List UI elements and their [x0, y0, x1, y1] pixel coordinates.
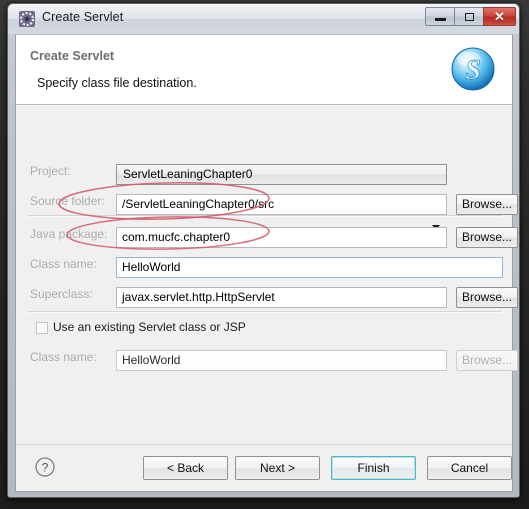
- source-folder-input[interactable]: /ServletLeaningChapter0/src: [116, 194, 447, 215]
- window-title: Create Servlet: [42, 10, 124, 24]
- cancel-button[interactable]: Cancel: [427, 456, 512, 480]
- use-existing-label: Use an existing Servlet class or JSP: [53, 320, 246, 334]
- project-label: Project:: [30, 164, 71, 178]
- field-row-java-package: Java package: com.mucfc.chapter0 Browse.…: [16, 224, 518, 248]
- superclass-label: Superclass:: [30, 287, 93, 301]
- desktop-background: Create Servlet ✕ Create Servlet Specify …: [0, 0, 529, 509]
- java-package-input[interactable]: com.mucfc.chapter0: [116, 227, 447, 248]
- class-name-label: Class name:: [30, 257, 97, 271]
- next-button[interactable]: Next >: [235, 456, 320, 480]
- banner-description: Specify class file destination.: [37, 76, 197, 90]
- field-row-class-name: Class name: HelloWorld: [16, 254, 512, 278]
- use-existing-checkbox[interactable]: [36, 322, 48, 334]
- create-servlet-dialog: Create Servlet ✕ Create Servlet Specify …: [7, 3, 520, 498]
- back-button[interactable]: < Back: [143, 456, 228, 480]
- maximize-icon: [464, 12, 474, 21]
- servlet-form: Project: ServletLeaningChapter0 Source f…: [16, 105, 518, 446]
- superclass-input[interactable]: javax.servlet.http.HttpServlet: [116, 287, 447, 308]
- window-title-bar[interactable]: Create Servlet ✕: [8, 4, 519, 34]
- form-separator-2: [28, 311, 502, 313]
- existing-class-name-browse-button: Browse...: [456, 350, 518, 371]
- eclipse-gear-icon: [19, 11, 35, 27]
- minimize-icon: [434, 18, 446, 21]
- servlet-blue-s-icon: S: [448, 44, 498, 94]
- source-folder-browse-button[interactable]: Browse...: [456, 194, 518, 215]
- superclass-browse-button[interactable]: Browse...: [456, 287, 518, 308]
- help-icon[interactable]: ?: [34, 456, 56, 478]
- class-name-input[interactable]: HelloWorld: [116, 257, 503, 278]
- banner-title: Create Servlet: [30, 49, 115, 63]
- existing-class-name-input[interactable]: HelloWorld: [116, 350, 447, 371]
- java-package-label: Java package:: [30, 227, 108, 241]
- svg-text:?: ?: [42, 461, 49, 475]
- dialog-button-bar: ? < Back Next > Finish Cancel: [16, 444, 512, 491]
- source-folder-label: Source folder:: [30, 194, 105, 208]
- close-icon: ✕: [494, 9, 505, 24]
- field-row-project: Project: ServletLeaningChapter0: [16, 161, 512, 230]
- maximize-button[interactable]: [454, 7, 484, 26]
- use-existing-row[interactable]: Use an existing Servlet class or JSP: [16, 318, 512, 340]
- field-row-source-folder: Source folder: /ServletLeaningChapter0/s…: [16, 191, 518, 215]
- svg-text:S: S: [465, 55, 481, 86]
- field-row-existing-class-name: Class name: HelloWorld Browse...: [16, 347, 518, 371]
- project-combobox[interactable]: ServletLeaningChapter0: [116, 164, 447, 185]
- wizard-banner: Create Servlet Specify class file destin…: [16, 35, 512, 105]
- close-button[interactable]: ✕: [483, 7, 516, 26]
- existing-class-name-label: Class name:: [30, 350, 97, 364]
- dialog-client-area: Create Servlet Specify class file destin…: [15, 34, 518, 492]
- field-row-superclass: Superclass: javax.servlet.http.HttpServl…: [16, 284, 518, 308]
- minimize-button[interactable]: [425, 7, 455, 26]
- java-package-browse-button[interactable]: Browse...: [456, 227, 518, 248]
- form-separator-1: [28, 215, 502, 217]
- finish-button[interactable]: Finish: [331, 456, 416, 480]
